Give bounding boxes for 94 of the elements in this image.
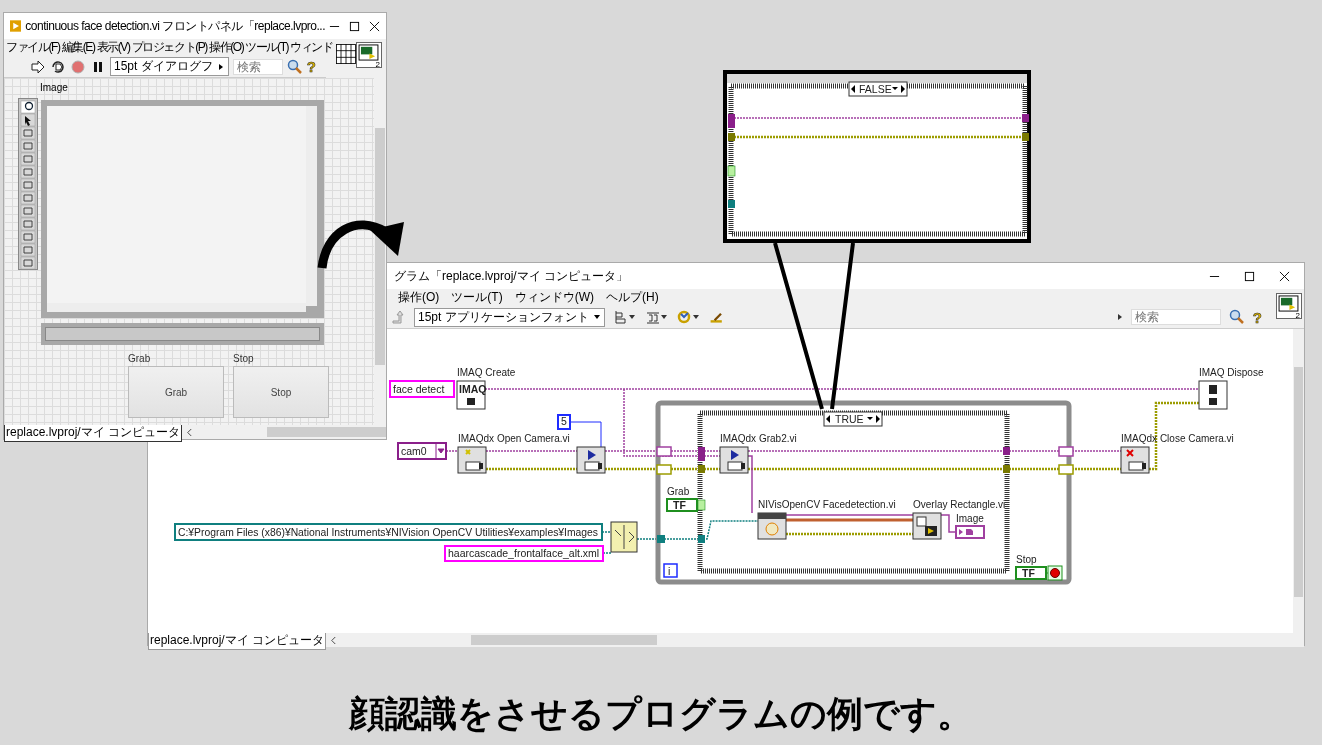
caret-icon [216,62,225,71]
vertical-scrollbar[interactable] [306,106,317,306]
node-label: IMAQ Dispose [1199,367,1264,378]
boolean-terminal[interactable]: TF [1015,566,1047,580]
panel-button[interactable]: Grab [128,366,224,418]
caret-icon[interactable] [1116,313,1123,321]
subvi-node[interactable] [757,512,787,540]
button-label: Stop [233,353,255,364]
horizontal-scrollbar[interactable] [47,303,306,312]
shift-register [1058,464,1074,475]
tunnel [698,447,705,461]
search-field[interactable]: 検索 [232,58,283,75]
menu-item[interactable]: ファイル(F) [6,39,60,56]
diagram-constant[interactable]: 5 [557,414,571,430]
terminal-label: Grab [667,486,690,497]
tunnel [698,535,705,543]
vi-picture-icon [358,44,379,61]
shift-register [656,464,672,475]
vi-icon[interactable]: 2 [1276,293,1302,319]
connector-pane-icon[interactable] [336,42,356,66]
caret-icon [592,313,601,321]
vertical-scrollbar[interactable] [374,78,386,425]
shift-register [656,446,672,457]
vi-icon [10,19,22,33]
menu-item[interactable]: プロジェクト(P) [131,39,207,56]
tunnel [1003,465,1010,473]
vi-picture-icon [1278,295,1299,312]
selector-terminal [697,499,706,511]
distribute-icon[interactable] [644,309,669,325]
node-label: Overlay Rectangle.vi [913,499,1006,510]
window-title: グラム「replace.lvproj/マイ コンピュータ」 [394,267,629,285]
stop-icon [1047,565,1063,581]
menu-item[interactable]: ツール(T) [451,289,503,306]
subvi-node[interactable] [576,446,606,474]
node-label: IMAQdx Close Camera.vi [1121,433,1234,444]
close-icon[interactable] [369,20,380,32]
maximize-icon[interactable] [349,20,360,32]
subvi-node[interactable]: IMAQ [456,380,487,410]
run-continuously-icon[interactable] [50,58,66,75]
tunnel [657,535,665,543]
font-dropdown[interactable]: 15pt ダイアログフ [110,57,229,76]
window-title: continuous face detection.vi フロントパネル「replace.lvpro... [25,17,325,35]
menu-item[interactable]: 編集(E) [61,39,95,56]
menu-item[interactable]: ウィンド [290,39,333,56]
search-field[interactable]: 検索 [1130,309,1221,325]
diagram-constant[interactable]: face detect [389,380,455,398]
subvi-node[interactable] [1198,380,1228,410]
subvi-node[interactable] [719,446,749,474]
diagram-constant[interactable]: haarcascade_frontalface_alt.xml [444,545,604,562]
diagram-constant[interactable]: cam0 [397,442,447,460]
case-selector[interactable]: TRUE [823,411,883,427]
horizontal-scrollbar[interactable] [471,635,658,645]
vi-icon[interactable]: 2 [356,42,382,68]
terminal-label: Image [956,513,984,524]
button-label: Grab [128,353,152,364]
node-label: IMAQdx Open Camera.vi [458,433,570,444]
subvi-node[interactable] [457,446,487,474]
node-label: IMAQ Create [457,367,516,378]
caption-text: 顔認識をさせるプログラムの例です。 [347,692,974,736]
reorder-icon[interactable] [676,309,701,325]
maximize-icon[interactable] [1244,270,1255,282]
font-dropdown[interactable]: 15pt アプリケーションフォント [414,307,605,327]
tool-palette-drawing[interactable] [18,98,38,270]
iteration-terminal: i [663,563,678,578]
close-icon[interactable] [1279,270,1290,282]
vertical-scrollbar[interactable] [1293,329,1304,633]
search-icon[interactable] [1228,309,1245,325]
boolean-terminal[interactable]: TF [666,498,698,512]
scroll-left-icon[interactable] [330,635,338,645]
run-icon[interactable] [30,58,46,75]
subvi-node[interactable] [610,521,638,553]
node-label: NIVisOpenCV Facedetection.vi [758,499,896,510]
case-selector[interactable]: FALSE [848,81,908,97]
scroll-left-icon[interactable] [186,427,193,437]
diagram-constant[interactable]: C:¥Program Files (x86)¥National Instruments¥NIVision OpenCV Utilities¥examples¥Images [174,523,605,541]
node-label: IMAQdx Grab2.vi [720,433,797,444]
subvi-node[interactable] [1120,446,1150,474]
panel-button[interactable]: Stop [233,366,329,418]
menu-item[interactable]: ツール(T) [245,39,289,56]
menu-item[interactable]: ヘルプ(H) [606,289,659,306]
menu-item[interactable]: 操作(O) [208,39,244,56]
search-icon[interactable] [286,58,303,75]
shift-register [1058,446,1074,457]
menu-item[interactable]: ウィンドウ(W) [514,289,594,306]
subvi-node[interactable] [912,512,942,540]
image-terminal[interactable] [955,525,985,539]
horizontal-scrollbar[interactable] [267,427,386,437]
control-label: Image [40,82,68,93]
tunnel [698,465,705,473]
terminal-label: Stop [1016,554,1037,565]
tunnel [1003,447,1010,455]
align-icon[interactable] [612,309,637,325]
menu-item[interactable]: 操作(O) [398,289,440,306]
menu-item[interactable]: 表示(V) [96,39,130,56]
